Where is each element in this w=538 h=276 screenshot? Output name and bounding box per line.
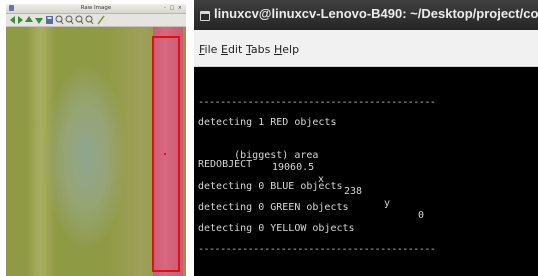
menu-label-rest: elp [282,43,300,56]
image-window: Raw Image - □ × [6,4,186,276]
red-bounding-box [152,36,180,272]
arrow-right-icon[interactable] [18,16,23,24]
zoom-in-icon[interactable] [55,15,64,25]
arrow-left-icon[interactable] [10,16,15,24]
y-label: y [384,198,391,209]
zoom-out-icon[interactable] [65,15,74,25]
output-red: detecting 1 RED objects [198,117,337,128]
output-redobject: REDOBJECT [198,159,253,170]
menu-help[interactable]: Help [274,43,299,56]
properties-icon[interactable] [97,15,105,25]
menu-file[interactable]: File [199,43,217,56]
menu-tabs[interactable]: Tabs [246,43,270,56]
menu-label-rest: abs [250,43,271,56]
output-green: detecting 0 GREEN objects [198,202,349,213]
terminal-titlebar[interactable]: linuxcv@linuxcv-Lenovo-B490: ~/Desktop/p… [194,0,538,30]
separator-line: ----------------------------------------… [198,244,436,255]
menu-label-rest: ile [204,43,218,56]
terminal-window: linuxcv@linuxcv-Lenovo-B490: ~/Desktop/p… [194,0,538,276]
menu-edit[interactable]: Edit [221,43,242,56]
area-value: 19060.5 [272,162,315,173]
zoom-fit-icon[interactable] [75,15,84,25]
arrow-down-icon[interactable] [35,18,43,24]
menu-mnemonic: E [221,43,228,56]
menu-label-rest: dit [227,43,243,56]
terminal-title: linuxcv@linuxcv-Lenovo-B490: ~/Desktop/p… [214,6,538,21]
x-value: 238 [344,186,363,197]
image-window-title: Raw Image [80,5,112,11]
window-controls[interactable]: - □ × [164,4,183,13]
zoom-actual-icon[interactable] [85,15,94,25]
output-blue: detecting 0 BLUE objects [198,181,343,192]
save-icon[interactable] [46,16,53,24]
image-canvas[interactable] [6,27,186,276]
terminal-icon [200,11,210,21]
object-center-marker [164,153,166,155]
image-window-titlebar[interactable]: Raw Image - □ × [6,4,186,14]
output-yellow: detecting 0 YELLOW objects [198,223,355,234]
image-toolbar [6,14,186,27]
y-value: 0 [418,210,425,221]
arrow-up-icon[interactable] [25,16,33,22]
toolbar-icons [10,15,105,25]
menu-bar: File Edit Tabs Help [194,30,538,67]
terminal-output[interactable]: ----------------------------------------… [194,67,538,276]
separator-line: ----------------------------------------… [198,97,436,108]
